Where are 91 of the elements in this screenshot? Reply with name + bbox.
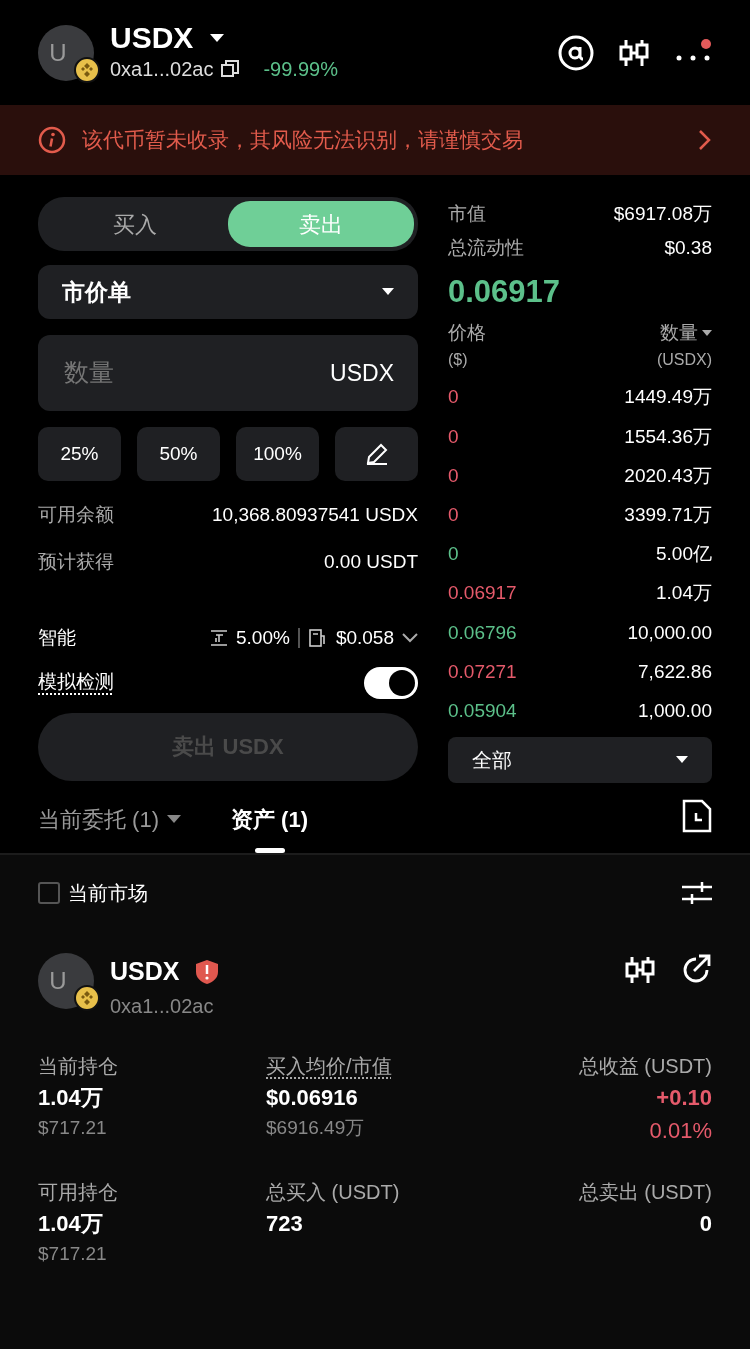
coin-badge-icon <box>74 985 100 1011</box>
pencil-icon <box>364 442 389 466</box>
simulation-label: 模拟检测 <box>38 670 114 695</box>
trade-amount: 1554.36万 <box>624 424 712 449</box>
at-icon[interactable] <box>558 34 594 71</box>
trade-amount: 2020.43万 <box>624 463 712 488</box>
stat-label: 总收益 (USDT) <box>578 1053 712 1079</box>
stat-label: 市值 <box>448 201 486 226</box>
section-tab[interactable]: 当前委托 (1) <box>38 785 181 853</box>
percent-button[interactable]: 25% <box>38 427 121 481</box>
avatar-letter: U <box>48 966 68 996</box>
copy-icon[interactable] <box>221 60 240 78</box>
caret-icon <box>167 814 181 824</box>
stat-label: 买入均价/市值 <box>266 1053 393 1079</box>
stat-label: 当前持仓 <box>38 1053 119 1079</box>
amount-input[interactable]: 数量 <box>62 353 262 393</box>
stat-subvalue: 0.01% <box>649 1116 712 1145</box>
asset-symbol: USDX <box>110 956 180 987</box>
slippage-icon <box>210 629 228 648</box>
trade-price: 0 <box>448 424 459 449</box>
caret-icon[interactable] <box>209 32 226 43</box>
estimate-value: 0.00 USDT <box>324 549 418 574</box>
warning-text: 该代币暂未收录，其风险无法识别，请谨慎交易 <box>82 127 523 154</box>
trade-amount: 1,000.00 <box>638 699 712 724</box>
stat-subvalue: $6916.49万 <box>266 1115 366 1140</box>
unit-label: USDX <box>330 358 394 388</box>
caret-icon <box>676 756 688 764</box>
document-clock-icon[interactable] <box>682 799 712 833</box>
stat-value: $6917.08万 <box>613 201 712 226</box>
column-header: 数量 <box>660 321 698 346</box>
trade-amount: 3399.71万 <box>624 502 712 527</box>
trade-filter-select[interactable]: 全部 <box>448 737 712 783</box>
trade-price: 0.07271 <box>448 659 517 684</box>
amount-field[interactable]: 数量 USDX <box>38 335 418 411</box>
trade-price: 0 <box>448 463 459 488</box>
mode-label: 智能 <box>38 626 76 650</box>
stat-label: 总买入 (USDT) <box>266 1179 401 1205</box>
market-filter-checkbox[interactable]: 当前市场 <box>38 878 148 908</box>
percent-button[interactable]: 100% <box>236 427 319 481</box>
column-unit: (USDX) <box>656 349 712 370</box>
caret-icon <box>382 288 394 296</box>
stat-value: 0 <box>699 1209 712 1238</box>
trade-amount: 7,622.86 <box>638 659 712 684</box>
trade-price: 0.06796 <box>448 620 517 645</box>
trade-price: 0 <box>448 502 459 527</box>
trade-amount: 1449.49万 <box>624 385 712 410</box>
chevron-down-icon <box>402 633 418 644</box>
stat-subvalue: $717.21 <box>38 1115 108 1140</box>
stat-value: $0.06916 <box>266 1083 359 1112</box>
fuel-pump-icon <box>307 628 328 649</box>
trade-price: 0.05904 <box>448 699 517 724</box>
stat-subvalue: $717.21 <box>38 1241 108 1266</box>
stat-value: 1.04万 <box>38 1083 104 1112</box>
stat-value: $0.38 <box>664 235 712 260</box>
current-price: 0.06917 <box>448 272 562 311</box>
column-header: 价格 <box>448 321 486 346</box>
side-tab[interactable]: 买入 <box>42 201 228 247</box>
stat-value: +0.10 <box>656 1083 712 1112</box>
trade-amount: 5.00亿 <box>656 542 712 567</box>
stat-label: 总卖出 (USDT) <box>578 1179 712 1205</box>
token-symbol: USDX <box>110 21 194 54</box>
info-icon <box>38 126 66 154</box>
asset-address: 0xa1...02ac <box>110 994 214 1017</box>
trade-price: 0 <box>448 385 459 410</box>
price-change: -99.99% <box>263 57 338 82</box>
simulation-toggle[interactable] <box>364 666 418 699</box>
stat-label: 可用持仓 <box>38 1179 119 1205</box>
stat-label: 总流动性 <box>448 235 524 260</box>
trade-amount: 10,000.00 <box>627 620 712 645</box>
avatar-letter: U <box>48 37 68 68</box>
fee-settings-button[interactable]: 5.00% $0.058 <box>210 624 418 653</box>
trade-price: 0.06917 <box>448 581 517 606</box>
divider-icon <box>297 628 300 649</box>
balance-label: 可用余额 <box>38 503 114 527</box>
trade-price: 0 <box>448 542 459 567</box>
column-unit: ($) <box>448 349 469 370</box>
token-address: 0xa1...02ac <box>110 57 214 82</box>
caret-icon[interactable] <box>702 330 712 338</box>
stat-value: 723 <box>266 1209 304 1238</box>
edit-button[interactable] <box>335 427 418 481</box>
estimate-label: 预计获得 <box>38 549 114 574</box>
section-tab[interactable]: 资产 (1) <box>231 785 308 853</box>
stat-value: 1.04万 <box>38 1209 104 1238</box>
trade-amount: 1.04万 <box>656 581 712 606</box>
balance-value: 10,368.80937541 USDX <box>212 503 418 527</box>
order-type-select[interactable]: 市价单 <box>38 265 418 319</box>
coin-badge-icon <box>74 56 100 83</box>
chevron-right-icon <box>698 129 712 151</box>
percent-button[interactable]: 50% <box>137 427 220 481</box>
warning-banner[interactable]: 该代币暂未收录，其风险无法识别，请谨慎交易 <box>0 105 750 175</box>
sliders-icon[interactable] <box>682 880 712 906</box>
